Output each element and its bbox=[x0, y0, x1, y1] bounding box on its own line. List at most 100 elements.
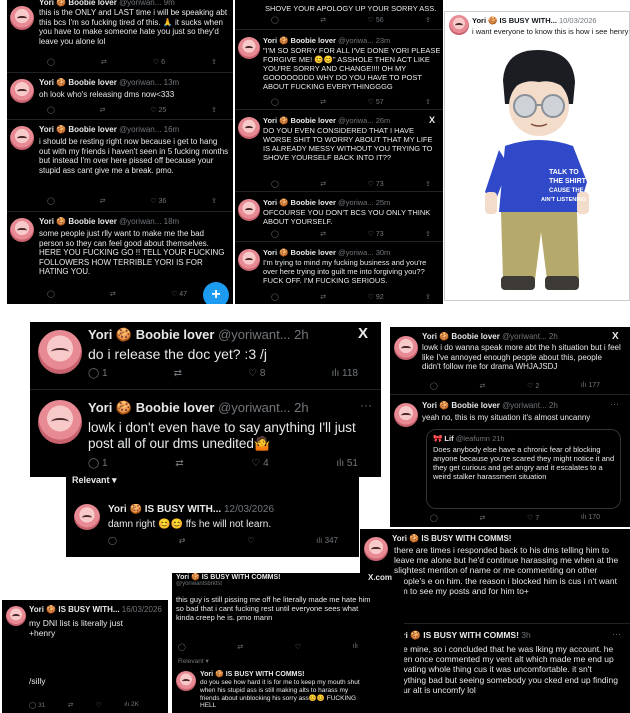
retweet-icon[interactable]: ⇄ bbox=[320, 98, 326, 106]
reply-icon[interactable]: ◯ bbox=[47, 106, 55, 114]
views-icon[interactable]: ılı 347 bbox=[316, 536, 338, 545]
like-icon[interactable]: ♡ 6 bbox=[153, 58, 165, 66]
quote-header: 🎀 Lif @leafumn 21h bbox=[433, 434, 505, 443]
reply-icon[interactable]: ◯ bbox=[178, 643, 186, 651]
retweet-icon[interactable]: ⇄ bbox=[174, 368, 182, 379]
relevant-dropdown[interactable]: Relevant ▾ bbox=[72, 475, 117, 486]
more-icon[interactable]: ··· bbox=[360, 398, 372, 412]
like-icon[interactable]: ♡ 4 bbox=[251, 458, 268, 469]
tweet[interactable]: Yori 🍪 Boobie lover @yoriwant... 2h X do… bbox=[30, 322, 381, 390]
like-icon[interactable]: ♡ 7 bbox=[527, 514, 539, 522]
tweet-header: Yori 🍪 IS BUSY WITH... 12/03/2026 bbox=[108, 504, 275, 515]
tweet-text: this guy is still pissing me off he lite… bbox=[176, 595, 371, 622]
attached-image[interactable]: TALK TO THE SHIRT CAUSE THE AIN'T LISTEN… bbox=[455, 42, 621, 297]
tweet-header: Yori 🍪 IS BUSY WITH... 10/03/2026 bbox=[472, 16, 597, 25]
retweet-icon[interactable]: ⇄ bbox=[320, 180, 326, 188]
tweet[interactable]: Yori 🍪 Boobie lover @yoriwa... 23m "I'M … bbox=[235, 30, 443, 110]
retweet-icon[interactable]: ⇄ bbox=[110, 290, 116, 298]
retweet-icon[interactable]: ⇄ bbox=[100, 106, 106, 114]
tweet[interactable]: Yori 🍪 Boobie lover @yoriwan... 18m some… bbox=[7, 212, 233, 304]
retweet-icon[interactable]: ⇄ bbox=[237, 643, 243, 651]
like-icon[interactable]: ♡ 8 bbox=[248, 368, 265, 379]
more-icon[interactable]: ··· bbox=[610, 399, 619, 409]
views-icon[interactable]: ılı 118 bbox=[331, 368, 358, 379]
tweet-actions: ◯ ⇄ ♡ 73 ⇪ bbox=[271, 180, 431, 188]
like-icon[interactable]: ♡ bbox=[295, 643, 301, 651]
retweet-icon[interactable]: ⇄ bbox=[480, 382, 486, 390]
views-icon[interactable]: ılı 2K bbox=[124, 701, 139, 709]
reply-icon[interactable]: ◯ 1 bbox=[88, 368, 108, 379]
retweet-icon[interactable]: ⇄ bbox=[175, 458, 183, 469]
reply-icon[interactable]: ◯ bbox=[47, 197, 55, 205]
tweet[interactable]: Yori 🍪 Boobie lover @yoriwa... 30m I'm t… bbox=[235, 242, 443, 304]
retweet-icon[interactable]: ⇄ bbox=[100, 197, 106, 205]
reply-icon[interactable]: ◯ bbox=[430, 382, 438, 390]
retweet-icon[interactable]: ⇄ bbox=[179, 536, 186, 545]
reply-icon[interactable]: ◯ bbox=[108, 536, 117, 545]
tweet-actions: ◯ ⇄ ♡ 56 ⇪ bbox=[271, 16, 431, 24]
tweet[interactable]: SHOVE YOUR APOLOGY UP YOUR SORRY ASS. ◯ ⇄… bbox=[235, 0, 443, 30]
reply-icon[interactable]: ◯ bbox=[271, 98, 279, 106]
tweet[interactable]: Yori 🍪 Boobie lover @yoriwant... 2h ··· … bbox=[390, 395, 630, 527]
reply-icon[interactable]: ◯ bbox=[271, 230, 279, 238]
views-icon[interactable]: ⇪ bbox=[425, 180, 431, 188]
like-icon[interactable]: ♡ 73 bbox=[368, 180, 384, 188]
views-icon[interactable]: ılı 170 bbox=[581, 514, 600, 522]
views-icon[interactable]: ⇪ bbox=[211, 58, 217, 66]
tweet-text: see mine, so i concluded that he was lki… bbox=[394, 644, 618, 695]
tweet[interactable]: Yori 🍪 Boobie lover @yoriwant... 2h ··· … bbox=[30, 390, 381, 477]
views-icon[interactable]: ⇪ bbox=[211, 106, 217, 114]
tweet-header: Yori 🍪 Boobie lover @yoriwant... 2h bbox=[422, 332, 558, 341]
reply-icon[interactable]: ◯ bbox=[271, 180, 279, 188]
views-icon[interactable]: ⇪ bbox=[425, 230, 431, 238]
views-icon[interactable]: ⇪ bbox=[425, 16, 431, 24]
reply-icon[interactable]: ◯ bbox=[47, 58, 55, 66]
tweet[interactable]: Yori 🍪 Boobie lover @yoriwan... 9m this … bbox=[7, 0, 233, 73]
views-icon[interactable]: ⇪ bbox=[425, 293, 431, 301]
like-icon[interactable]: ♡ bbox=[96, 701, 102, 709]
compose-button[interactable]: + bbox=[203, 282, 229, 304]
shirt-text-line: THE SHIRT bbox=[549, 178, 587, 185]
tweet[interactable]: Yori 🍪 Boobie lover @yoriwant... 2h X lo… bbox=[390, 327, 630, 395]
views-icon[interactable]: ılı bbox=[353, 643, 358, 651]
views-icon[interactable]: ılı 177 bbox=[581, 382, 600, 390]
tweet[interactable]: Yori 🍪 Boobie lover @yoriwa... 26m X DO … bbox=[235, 110, 443, 192]
like-icon[interactable]: ♡ 2 bbox=[527, 382, 539, 390]
like-icon[interactable]: ♡ bbox=[247, 536, 254, 545]
reply-icon[interactable]: ◯ bbox=[271, 16, 279, 24]
like-icon[interactable]: ♡ 47 bbox=[171, 290, 187, 298]
tweet-header: Yori 🍪 Boobie lover @yoriwa... 26m bbox=[263, 116, 391, 125]
views-icon[interactable]: ılı 51 bbox=[336, 458, 358, 469]
quoted-tweet[interactable]: 🎀 Lif @leafumn 21h Does anybody else hav… bbox=[426, 429, 621, 509]
retweet-icon[interactable]: ⇄ bbox=[320, 293, 326, 301]
tweet[interactable]: Yori 🍪 Boobie lover @yoriwa... 25m OFCOU… bbox=[235, 192, 443, 242]
tweet-text: some people just rlly want to make me th… bbox=[39, 229, 225, 277]
reply-icon[interactable]: ◯ 1 bbox=[88, 458, 108, 469]
like-icon[interactable]: ♡ 36 bbox=[150, 197, 166, 205]
like-icon[interactable]: ♡ 56 bbox=[368, 16, 384, 24]
retweet-icon[interactable]: ⇄ bbox=[320, 16, 326, 24]
reply-icon[interactable]: ◯ bbox=[271, 293, 279, 301]
more-icon[interactable]: ··· bbox=[612, 629, 621, 639]
retweet-icon[interactable]: ⇄ bbox=[480, 514, 486, 522]
retweet-icon[interactable]: ⇄ bbox=[101, 58, 107, 66]
views-icon[interactable]: ⇪ bbox=[211, 197, 217, 205]
like-icon[interactable]: ♡ 73 bbox=[368, 230, 384, 238]
shirt-text-line: TALK TO bbox=[549, 169, 579, 176]
like-icon[interactable]: ♡ 92 bbox=[368, 293, 384, 301]
views-icon[interactable]: ⇪ bbox=[425, 98, 431, 106]
tweet-text: damn right 😊😊 ffs he will not learn. bbox=[108, 519, 272, 530]
reply-icon[interactable]: ◯ bbox=[47, 290, 55, 298]
retweet-icon[interactable]: ⇄ bbox=[320, 230, 326, 238]
like-icon[interactable]: ♡ 25 bbox=[150, 106, 166, 114]
tweet-header: Yori 🍪 Boobie lover @yoriwan... 13m bbox=[39, 78, 180, 87]
avatar bbox=[6, 606, 26, 626]
tweet[interactable]: Yori 🍪 Boobie lover @yoriwan... 13m oh l… bbox=[7, 73, 233, 120]
retweet-icon[interactable]: ⇄ bbox=[68, 701, 73, 709]
tweet[interactable]: Yori 🍪 Boobie lover @yoriwan... 16m i sh… bbox=[7, 120, 233, 212]
reply-icon[interactable]: ◯ bbox=[430, 514, 438, 522]
relevant-dropdown[interactable]: Relevant ▾ bbox=[178, 657, 209, 665]
like-icon[interactable]: ♡ 57 bbox=[368, 98, 384, 106]
tweet-text: this is the ONLY and LAST time i will be… bbox=[39, 8, 228, 46]
reply-icon[interactable]: ◯ 31 bbox=[29, 701, 45, 709]
